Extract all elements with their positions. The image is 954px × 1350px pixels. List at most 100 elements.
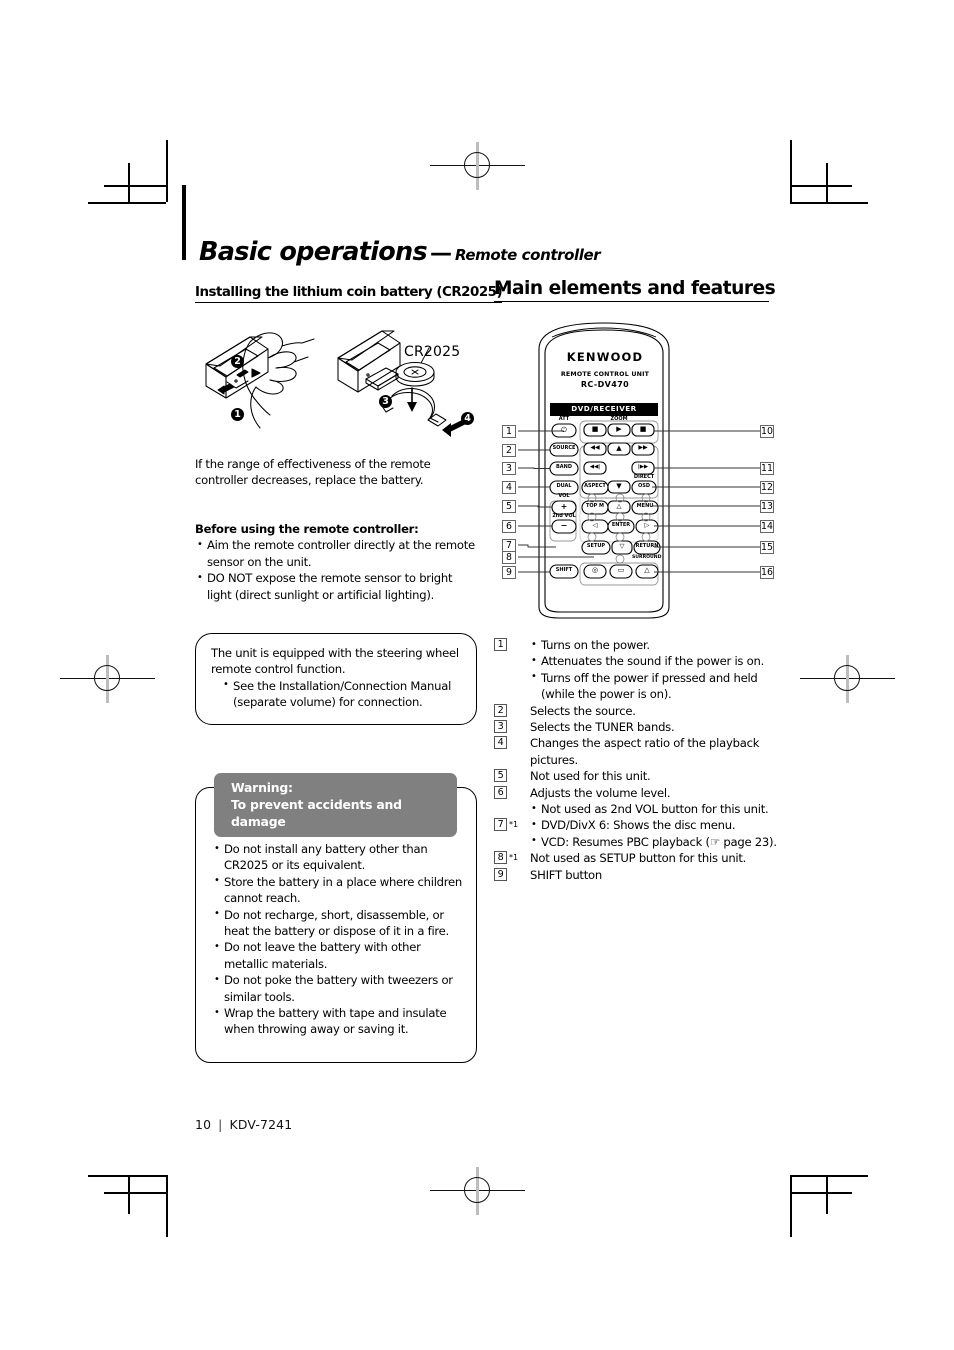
remote-button-att[interactable]: ⏻ (552, 426, 576, 435)
list-item: Aim the remote controller directly at th… (195, 537, 477, 570)
feature-subitem: Turns off the power if pressed and held … (530, 669, 784, 703)
remote-unit-line1: REMOTE CONTROL UNIT (560, 371, 650, 378)
callout-2: 2 (502, 444, 516, 457)
feature-number: 2 (494, 703, 507, 717)
warning-list: Do not install any battery other than CR… (212, 841, 464, 1038)
battery-step-marker-4: 4 (461, 412, 474, 425)
chapter-title-dash: — (430, 241, 452, 266)
list-item: Do not install any battery other than CR… (212, 841, 464, 874)
section-heading-battery: Installing the lithium coin battery (CR2… (195, 285, 503, 303)
crop-mark-br-v (790, 1175, 792, 1237)
crop-mark-tl-v2 (128, 163, 130, 202)
feature-item-6: 6 Adjusts the volume level. Not used as … (494, 785, 784, 818)
model-name: KDV-7241 (229, 1117, 293, 1132)
features-list: 1 Turns on the power. Attenuates the sou… (494, 636, 784, 883)
feature-item-1: 1 Turns on the power. Attenuates the sou… (494, 636, 784, 703)
remote-button-aspect[interactable]: ASPECT (582, 483, 608, 489)
feature-text: Adjusts the volume level. (530, 785, 671, 800)
feature-number: 7 (494, 818, 507, 832)
remote-button-arrow-left[interactable]: ◁ (582, 521, 608, 529)
remote-button-top-menu[interactable]: TOP M (582, 503, 608, 509)
list-item: Wrap the battery with tape and insulate … (212, 1005, 464, 1038)
feature-item-7: 7 *1 DVD/DivX 6: Shows the disc menu. VC… (494, 817, 784, 850)
page-content: Basic operations — Remote controller Insta… (182, 185, 782, 1155)
before-using-list: Aim the remote controller directly at th… (195, 537, 477, 603)
remote-button-down[interactable]: ▼ (608, 482, 630, 490)
feature-subitem: DVD/DivX 6: Shows the disc menu. (530, 817, 784, 834)
crop-mark-bl-v (166, 1175, 168, 1237)
callout-11: 11 (760, 462, 774, 475)
feature-footnote-marker: *1 (509, 820, 519, 830)
crop-mark-tr-v2 (826, 163, 828, 202)
feature-number: 8 (494, 851, 507, 865)
feature-item-3: 3 Selects the TUNER bands. (494, 719, 784, 735)
crop-mark-tl-h (88, 202, 166, 204)
battery-figure-drawing (205, 330, 466, 437)
battery-type-label: CR2025 (404, 344, 461, 360)
feature-text: Selects the source. (530, 703, 636, 718)
remote-brand-label: KENWOOD (566, 350, 644, 364)
crop-mark-tl-h2 (104, 185, 166, 187)
remote-button-fastforward[interactable]: ▶▶ (632, 444, 654, 451)
page-footer: 10 | KDV-7241 (195, 1117, 292, 1132)
callout-10: 10 (760, 425, 774, 438)
feature-subitem: Attenuates the sound if the power is on. (530, 653, 784, 670)
remote-button-setup[interactable]: SETUP (582, 543, 610, 549)
battery-installation-figure: CR2025 1 2 3 4 (190, 320, 480, 445)
feature-text: Changes the aspect ratio of the playback… (530, 736, 760, 767)
steering-wheel-note-text: The unit is equipped with the steering w… (211, 646, 459, 677)
remote-button-folder[interactable]: ▭ (610, 566, 632, 574)
remote-button-arrow-right[interactable]: ▷ (636, 521, 658, 529)
registration-mark-right-circle (834, 665, 860, 691)
page-number: 10 (195, 1117, 212, 1132)
list-item: See the Installation/Connection Manual (… (221, 677, 463, 711)
remote-button-stop-right[interactable]: ■ (632, 425, 654, 433)
remote-button-band[interactable]: BAND (550, 464, 578, 470)
section-heading-main-elements: Main elements and features (494, 278, 776, 302)
remote-button-volume-up[interactable]: + (552, 502, 576, 511)
remote-surround-caption: SURROUND (632, 555, 662, 560)
remote-button-play[interactable]: ▶ (608, 425, 630, 433)
remote-button-osd[interactable]: OSD (632, 483, 656, 489)
remote-button-enter[interactable]: ENTER (608, 522, 634, 528)
crop-mark-bl-h (88, 1175, 166, 1177)
before-using-heading: Before using the remote controller: (195, 522, 419, 536)
feature-item-2: 2 Selects the source. (494, 703, 784, 719)
footer-separator: | (218, 1117, 223, 1132)
callout-1: 1 (502, 425, 516, 438)
remote-button-menu[interactable]: MENU (632, 503, 658, 509)
list-item: Do not recharge, short, disassemble, or … (212, 906, 464, 940)
feature-number: 1 (494, 638, 507, 651)
remote-button-disc[interactable]: ◎ (584, 566, 606, 574)
remote-button-return[interactable]: RETURN (634, 543, 660, 549)
remote-button-arrow-up[interactable]: △ (608, 502, 630, 510)
before-using-block: Before using the remote controller: Aim … (195, 521, 477, 603)
remote-button-dual[interactable]: DUAL (550, 483, 578, 489)
crop-mark-tr-h (790, 202, 868, 204)
remote-button-volume-down[interactable]: − (552, 521, 576, 530)
remote-button-audio[interactable]: △ (636, 566, 658, 574)
warning-title-line2: To prevent accidents and damage (231, 797, 402, 829)
feature-number: 9 (494, 867, 507, 881)
warning-title-line1: Warning: (231, 780, 293, 795)
feature-text: Selects the TUNER bands. (530, 720, 675, 735)
remote-button-rewind[interactable]: ◀◀ (584, 444, 606, 451)
battery-step-marker-3: 3 (379, 395, 392, 408)
battery-step-marker-1: 1 (231, 408, 244, 421)
feature-text: SHIFT button (530, 867, 602, 882)
remote-button-arrow-down[interactable]: ▽ (612, 542, 632, 550)
feature-text: Not used as SETUP button for this unit. (530, 851, 747, 866)
chapter-title-subtitle: Remote controller (455, 246, 601, 264)
remote-unit-line2: RC-DV470 (580, 380, 630, 389)
remote-button-source[interactable]: SOURCE (550, 445, 578, 451)
remote-button-next[interactable]: |▶▶ (632, 464, 654, 470)
remote-button-previous[interactable]: ◀◀| (584, 464, 606, 470)
battery-step-marker-2: 2 (231, 355, 244, 368)
remote-button-stop-left[interactable]: ■ (584, 425, 606, 433)
feature-number: 6 (494, 785, 507, 799)
steering-wheel-note-box: The unit is equipped with the steering w… (195, 633, 477, 725)
feature-number: 4 (494, 736, 507, 750)
remote-banner-label: DVD/RECEIVER (571, 404, 637, 413)
remote-button-shift[interactable]: SHIFT (550, 567, 578, 573)
remote-button-up[interactable]: ▲ (608, 444, 630, 452)
